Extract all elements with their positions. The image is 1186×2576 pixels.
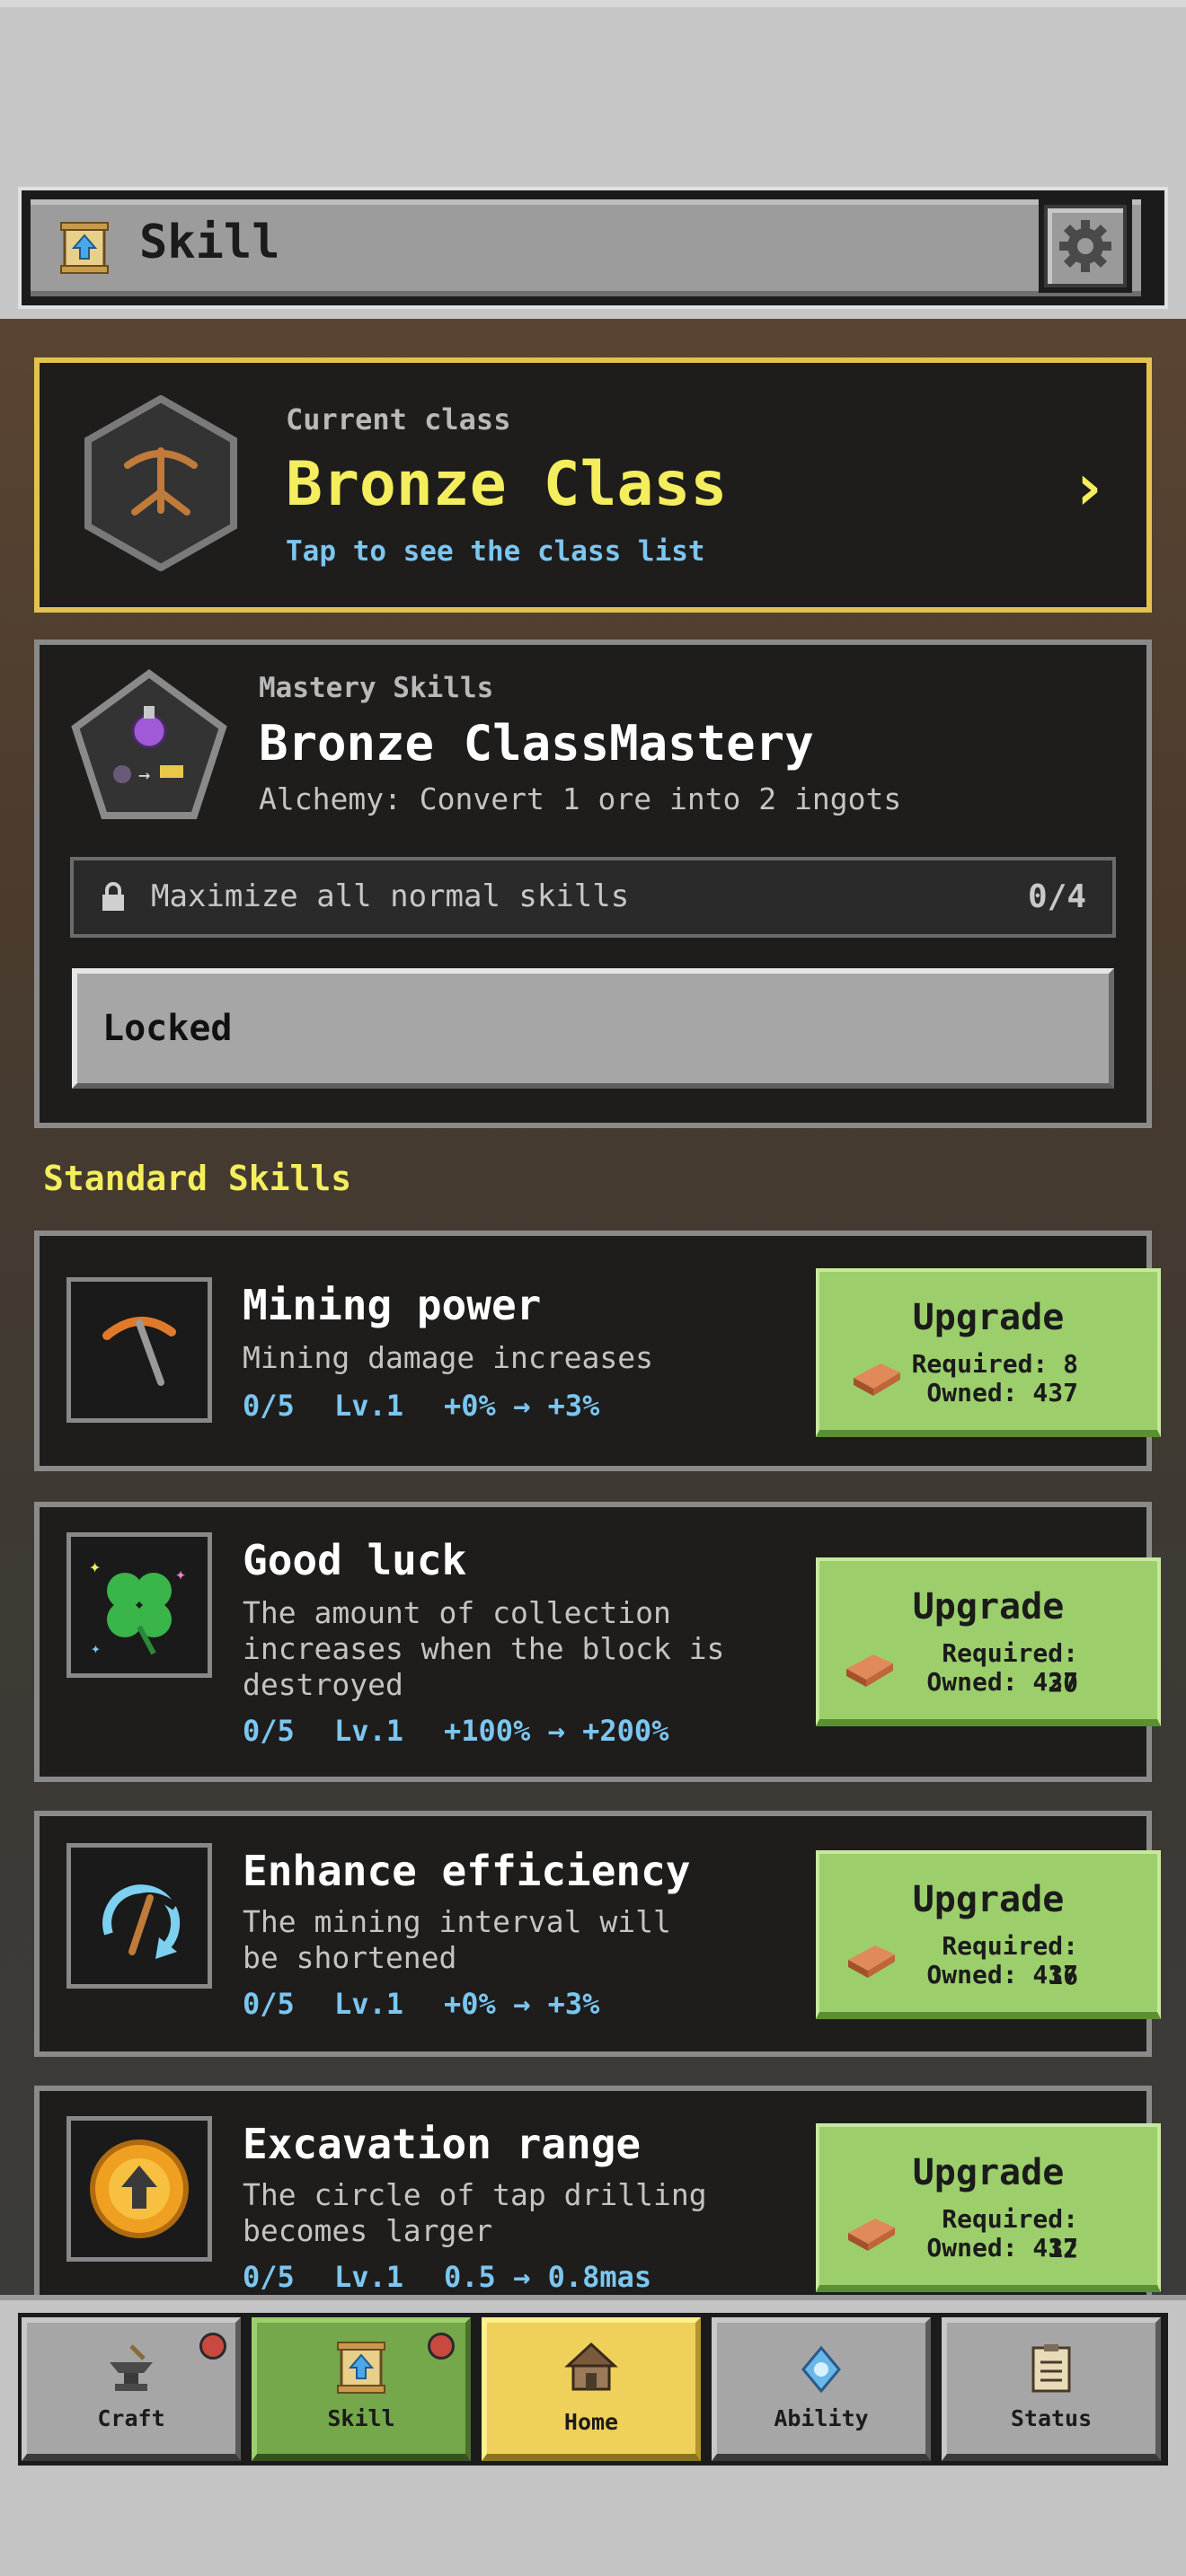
skill-effect: +0% → +3% — [444, 1987, 600, 2021]
mastery-label: Mastery Skills — [259, 672, 494, 704]
upgrade-owned: Owned: 437 — [926, 2233, 1078, 2263]
skill-description: Mining damage increases — [243, 1340, 653, 1375]
skill-level: Lv.1 — [334, 1714, 404, 1748]
upgrade-required: Required: 8 — [911, 1349, 1078, 1379]
pickaxe-speed-icon — [102, 1884, 181, 1959]
skill-progress: 0/5 — [243, 1389, 295, 1423]
mastery-name: Bronze ClassMastery — [259, 715, 814, 772]
upgrade-owned: Owned: 437 — [926, 1667, 1078, 1697]
svg-text:✦: ✦ — [89, 1556, 101, 1578]
scroll-upgrade-icon — [60, 222, 109, 274]
requirement-text: Maximize all normal skills — [151, 878, 630, 914]
skill-icon-frame — [66, 1277, 212, 1423]
mastery-description: Alchemy: Convert 1 ore into 2 ingots — [259, 781, 902, 816]
skill-description-line: The mining interval will — [243, 1904, 671, 1939]
copper-ingot-icon — [848, 2219, 895, 2251]
nav-label: Ability — [774, 2405, 869, 2431]
skill-description-line: The amount of collection — [243, 1595, 671, 1630]
skill-name: Mining power — [243, 1281, 542, 1329]
gear-icon — [1059, 220, 1111, 272]
skill-name: Excavation range — [243, 2120, 642, 2168]
scroll-upgrade-icon — [337, 2342, 385, 2394]
skill-icon-frame — [66, 2116, 212, 2262]
four-leaf-clover-icon: ✦ ✦ ✦ — [89, 1556, 186, 1658]
nav-label: Skill — [327, 2405, 395, 2431]
skill-level: Lv.1 — [334, 1987, 404, 2021]
lock-icon — [102, 882, 124, 911]
upgrade-button-label: Upgrade — [912, 2152, 1065, 2193]
nav-label: Craft — [97, 2405, 165, 2431]
svg-text:✦: ✦ — [91, 1639, 101, 1658]
svg-text:✦: ✦ — [175, 1563, 186, 1584]
alchemy-icon: → — [71, 669, 227, 819]
page-title: Skill — [139, 216, 280, 269]
skill-effect: 0.5 → 0.8mas — [444, 2260, 652, 2294]
skill-name: Good luck — [243, 1536, 467, 1584]
nav-label: Status — [1010, 2405, 1093, 2431]
skill-level: Lv.1 — [334, 2260, 404, 2294]
locked-button-label: Locked — [102, 1008, 233, 1049]
nav-label: Home — [563, 2409, 619, 2435]
skill-level: Lv.1 — [334, 1389, 404, 1423]
copper-ingot-icon — [848, 1945, 895, 1978]
skill-progress: 0/5 — [243, 2260, 295, 2294]
settings-button-face[interactable] — [1048, 208, 1123, 284]
notification-badge — [428, 2333, 455, 2360]
skill-icon-frame — [66, 1843, 212, 1989]
house-icon — [564, 2342, 618, 2391]
current-class-label: Current class — [286, 402, 511, 437]
copper-ingot-icon — [846, 1654, 893, 1687]
range-up-coin-icon — [90, 2139, 189, 2238]
section-title: Standard Skills — [43, 1159, 352, 1198]
skill-description-line: becomes larger — [243, 2213, 493, 2248]
svg-text:→: → — [138, 764, 150, 787]
skill-icon-frame: ✦ ✦ ✦ — [66, 1532, 212, 1678]
upgrade-owned: Owned: 437 — [926, 1960, 1078, 1989]
copper-ingot-icon — [854, 1363, 900, 1396]
pickaxe-emblem-icon — [84, 395, 237, 571]
crystal-icon — [801, 2345, 841, 2394]
notification-badge — [199, 2333, 226, 2360]
skill-progress: 0/5 — [243, 1987, 295, 2021]
upgrade-button-label: Upgrade — [912, 1879, 1065, 1920]
skill-description-line: be shortened — [243, 1940, 457, 1975]
chevron-right-icon[interactable]: › — [1069, 449, 1108, 525]
skill-description-line: destroyed — [243, 1667, 403, 1702]
clipboard-icon — [1031, 2344, 1071, 2393]
anvil-icon — [110, 2344, 153, 2391]
skill-description-line: increases when the block is — [243, 1631, 725, 1666]
skill-effect: +0% → +3% — [444, 1389, 600, 1423]
skill-description-line: The circle of tap drilling — [243, 2177, 707, 2212]
skill-name: Enhance efficiency — [243, 1847, 691, 1895]
upgrade-button-label: Upgrade — [912, 1586, 1065, 1628]
requirement-count: 0/4 — [1028, 878, 1087, 915]
class-name: Bronze Class — [286, 449, 728, 520]
upgrade-owned: Owned: 437 — [926, 1378, 1078, 1407]
pickaxe-icon — [102, 1317, 176, 1386]
skill-progress: 0/5 — [243, 1714, 295, 1748]
skill-effect: +100% → +200% — [444, 1714, 669, 1748]
upgrade-button-label: Upgrade — [912, 1297, 1065, 1338]
class-list-hint: Tap to see the class list — [286, 535, 705, 568]
